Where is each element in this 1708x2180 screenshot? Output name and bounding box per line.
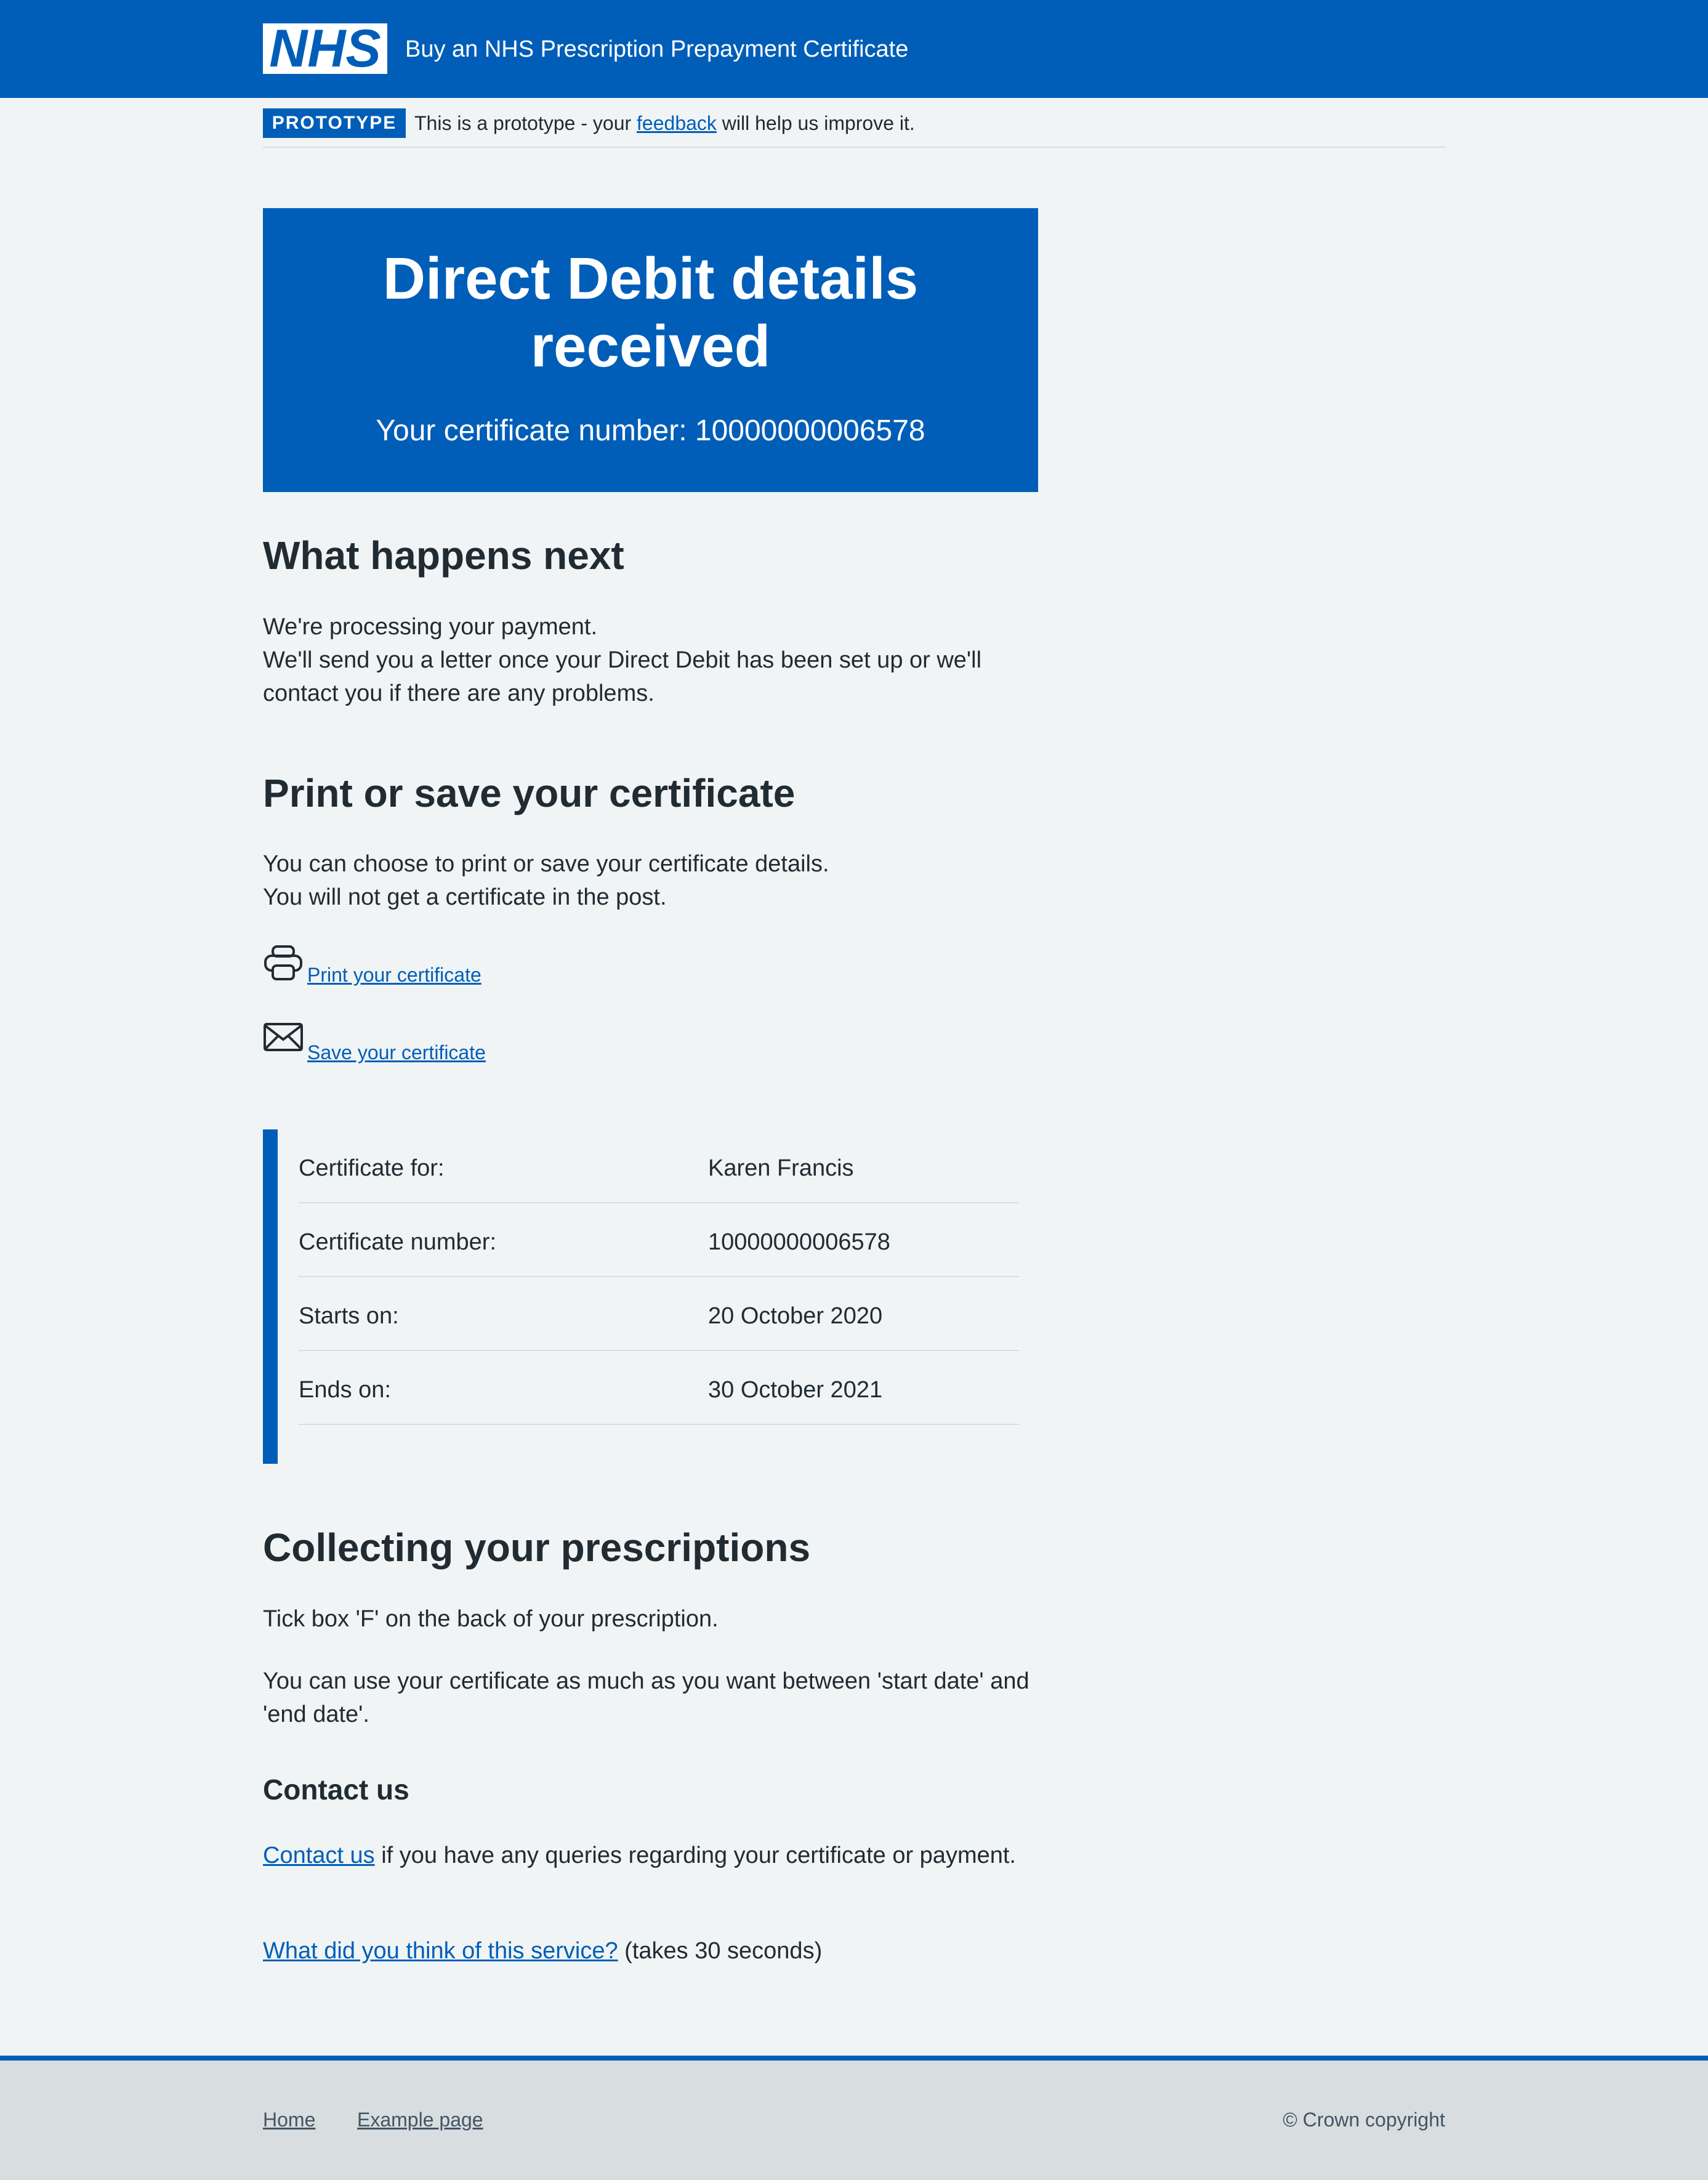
ends-on-value: 30 October 2021 xyxy=(708,1377,883,1403)
print-certificate[interactable]: Print your certificate xyxy=(263,945,509,988)
letter-text: We'll send you a letter once your Direct… xyxy=(263,647,982,706)
envelope-icon xyxy=(264,1023,303,1051)
footer-home-link[interactable]: Home xyxy=(263,2106,315,2133)
starts-on-label: Starts on: xyxy=(299,1303,399,1329)
what-happens-next-heading: What happens next xyxy=(263,533,624,578)
print-save-heading: Print or save your certificate xyxy=(263,771,796,815)
service-name[interactable]: Buy an NHS Prescription Prepayment Certi… xyxy=(405,32,908,67)
printer-icon xyxy=(264,945,302,980)
panel-title-line-1: Direct Debit details xyxy=(382,246,919,312)
certificate-number-value: 10000000006578 xyxy=(708,1229,890,1255)
panel-certificate-number: Your certificate number: 10000000006578 xyxy=(376,414,925,447)
what-happens-next-text: We're processing your payment. We'll sen… xyxy=(263,610,1038,710)
feedback-link[interactable]: feedback xyxy=(637,112,717,134)
prototype-text-after: will help us improve it. xyxy=(716,112,915,134)
panel-title: Direct Debit details received xyxy=(263,245,1038,381)
starts-on-value: 20 October 2020 xyxy=(708,1303,883,1329)
save-certificate-link[interactable]: Save your certificate xyxy=(307,1040,486,1065)
usage-text: You can use your certificate as much as … xyxy=(263,1668,1029,1727)
contact-us-link[interactable]: Contact us xyxy=(263,1843,375,1868)
footer-copyright: © Crown copyright xyxy=(1283,2109,1445,2131)
inset-bar xyxy=(263,1129,278,1464)
processing-text: We're processing your payment. xyxy=(263,614,598,640)
survey-note: (takes 30 seconds) xyxy=(618,1938,823,1964)
certificate-row: Certificate number: 10000000006578 xyxy=(299,1203,1019,1277)
certificate-row: Certificate for: Karen Francis xyxy=(299,1129,1019,1203)
certificate-for-label: Certificate for: xyxy=(299,1155,445,1181)
collecting-heading: Collecting your prescriptions xyxy=(263,1525,811,1570)
prototype-message: This is a prototype - your feedback will… xyxy=(414,108,915,138)
print-certificate-link[interactable]: Print your certificate xyxy=(307,962,481,988)
nhs-logo-text: NHS xyxy=(269,23,381,74)
prototype-banner: PROTOTYPE This is a prototype - your fee… xyxy=(263,108,1445,148)
survey-text: What did you think of this service? (tak… xyxy=(263,1934,1063,1968)
panel-title-line-2: received xyxy=(530,313,771,379)
prototype-tag: PROTOTYPE xyxy=(263,108,406,138)
site-footer: Home Example page © Crown copyright xyxy=(0,2056,1708,2180)
print-save-text: You can choose to print or save your cer… xyxy=(263,847,1063,914)
certificate-row: Ends on: 30 October 2021 xyxy=(299,1351,1019,1425)
print-save-line-2: You will not get a certificate in the po… xyxy=(263,884,667,910)
nhs-logo[interactable]: NHS xyxy=(263,23,387,74)
certificate-row: Starts on: 20 October 2020 xyxy=(299,1277,1019,1351)
certificate-details: Certificate for: Karen Francis Certifica… xyxy=(263,1129,1026,1464)
prototype-text-before: This is a prototype - your xyxy=(414,112,637,134)
footer-example-link[interactable]: Example page xyxy=(357,2106,483,2133)
certificate-for-value: Karen Francis xyxy=(708,1155,854,1181)
contact-text-rest: if you have any queries regarding your c… xyxy=(374,1843,1016,1868)
survey-link[interactable]: What did you think of this service? xyxy=(263,1938,618,1964)
site-header: NHS Buy an NHS Prescription Prepayment C… xyxy=(0,0,1708,98)
print-save-line-1: You can choose to print or save your cer… xyxy=(263,851,829,877)
certificate-number-label: Certificate number: xyxy=(299,1229,497,1255)
ends-on-label: Ends on: xyxy=(299,1377,391,1403)
contact-text: Contact us if you have any queries regar… xyxy=(263,1839,1038,1872)
confirmation-panel: Direct Debit details received Your certi… xyxy=(263,208,1038,492)
save-certificate[interactable]: Save your certificate xyxy=(263,1022,509,1065)
contact-heading: Contact us xyxy=(263,1774,409,1806)
tick-box-text: Tick box 'F' on the back of your prescri… xyxy=(263,1606,719,1632)
